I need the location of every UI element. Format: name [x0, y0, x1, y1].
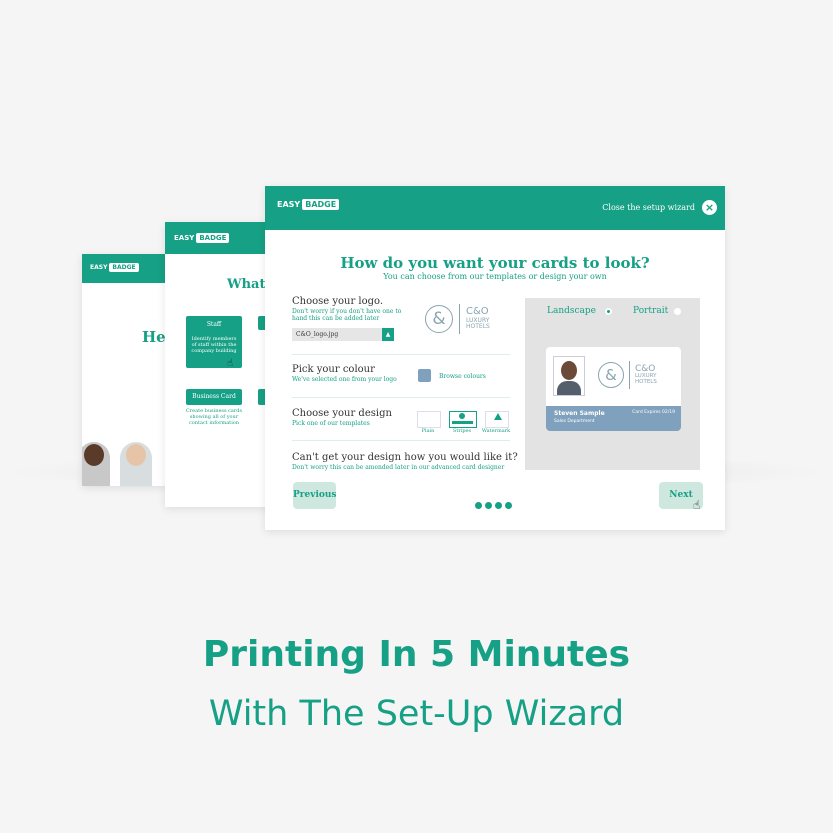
- card-info-band: Steven Sample Sales Department Card Expi…: [546, 406, 681, 431]
- logo-section-title: Choose your logo.: [292, 296, 384, 307]
- easy-badge-logo: EASY BADGE: [90, 263, 139, 272]
- brand-logo: & C&O LUXURY HOTELS: [425, 304, 490, 334]
- subheadline: With The Set-Up Wizard: [208, 694, 625, 734]
- step-dot: [485, 502, 492, 509]
- step-heading: He: [142, 328, 166, 346]
- logo-file-field[interactable]: C&O_logo.jpg: [292, 328, 394, 341]
- portrait-label: Portrait: [633, 306, 669, 316]
- previous-button[interactable]: Previous: [293, 482, 337, 509]
- cardholder-photo: [553, 356, 585, 396]
- template-watermark[interactable]: [485, 411, 509, 428]
- setup-wizard-window: EASY BADGE Close the setup wizard × How d…: [265, 186, 725, 530]
- card-expiry: Card Expires 02/19: [632, 410, 675, 415]
- step-dot: [475, 502, 482, 509]
- staff-card-option[interactable]: Staff Identify members of staff within t…: [186, 316, 242, 368]
- business-card-option[interactable]: Business Card: [186, 389, 242, 405]
- step-dot: [495, 502, 502, 509]
- close-wizard-link[interactable]: Close the setup wizard: [602, 203, 695, 212]
- person-photo: [82, 442, 110, 486]
- template-plain[interactable]: [417, 411, 441, 428]
- template-stripes[interactable]: [449, 411, 477, 428]
- custom-section-desc: Don't worry this can be amended later in…: [292, 464, 505, 471]
- wizard-title: How do you want your cards to look?: [340, 254, 650, 272]
- easy-badge-logo: EASY BADGE: [277, 199, 340, 210]
- wizard-subtitle: You can choose from our templates or des…: [383, 272, 607, 281]
- close-icon[interactable]: ×: [702, 200, 717, 215]
- cardholder-department: Sales Department: [554, 419, 595, 424]
- person-photo: [120, 442, 152, 486]
- step-dot: [505, 502, 512, 509]
- badge-card-preview: & C&O LUXURY HOTELS Steven Sample Sales …: [546, 347, 681, 431]
- colour-section-title: Pick your colour: [292, 364, 375, 375]
- section-divider: [292, 354, 510, 355]
- wizard-step-1-window: EASY BADGE He: [82, 254, 166, 486]
- colour-swatch[interactable]: [418, 369, 431, 382]
- upload-arrow-icon[interactable]: ▲: [382, 328, 394, 341]
- business-card-desc: Create business cards showing all of you…: [185, 408, 243, 426]
- design-section-title: Choose your design: [292, 408, 392, 419]
- card-preview-panel: Landscape Portrait & C&O LUXURY HOTELS S…: [525, 298, 700, 470]
- card-brand-logo: & C&O LUXURY HOTELS: [598, 361, 657, 389]
- step-indicator: [475, 502, 512, 509]
- logo-section-desc: Don't worry if you don't have one to han…: [292, 308, 402, 322]
- pointer-cursor-icon: ☝: [227, 358, 234, 369]
- cardholder-name: Steven Sample: [554, 410, 605, 417]
- portrait-radio[interactable]: [674, 308, 681, 315]
- colour-section-desc: We've selected one from your logo: [292, 376, 397, 383]
- section-divider: [292, 397, 510, 398]
- section-divider: [292, 440, 510, 441]
- pointer-cursor-icon: ☝: [693, 498, 701, 512]
- easy-badge-logo: EASY BADGE: [174, 233, 230, 243]
- wizard-step-2-window: EASY BADGE What Staff Identify members of…: [165, 222, 270, 507]
- headline: Printing In 5 Minutes: [202, 634, 631, 675]
- design-section-desc: Pick one of our templates: [292, 420, 370, 427]
- browse-colours-link[interactable]: Browse colours: [439, 373, 486, 380]
- custom-section-title: Can't get your design how you would like…: [292, 452, 518, 463]
- landscape-radio[interactable]: [605, 308, 612, 315]
- step-heading: What: [227, 277, 266, 292]
- landscape-label: Landscape: [547, 306, 597, 316]
